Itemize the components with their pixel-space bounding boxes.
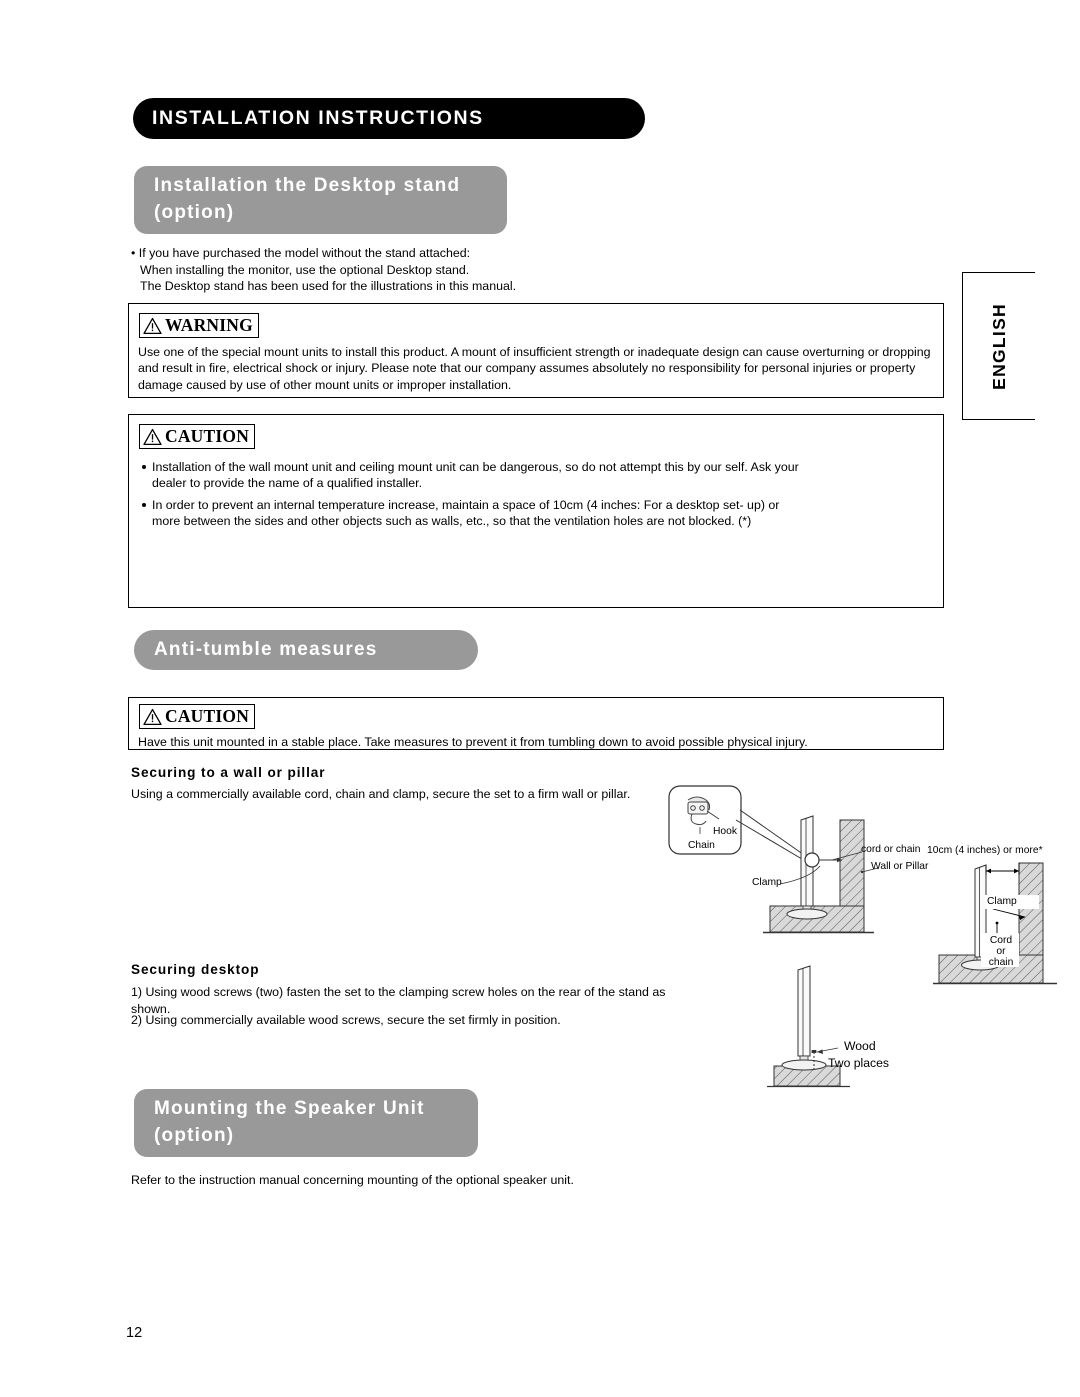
section-heading-desktop-stand-text: Installation the Desktop stand (option) bbox=[134, 173, 460, 227]
cord-label-line-1: Cord bbox=[989, 935, 1013, 946]
intro-line-1: • If you have purchased the model withou… bbox=[131, 246, 471, 260]
chain-label: Chain bbox=[688, 840, 715, 851]
sub-heading-securing-desktop: Securing desktop bbox=[131, 962, 260, 977]
securing-wall-diagram: Hook Chain cord or chain Wall or Pillar … bbox=[666, 778, 944, 953]
caution-panel-desktop-stand: CAUTION Installation of the wall mount u… bbox=[128, 414, 1057, 985]
caution-bullet-1: Installation of the wall mount unit and … bbox=[141, 459, 801, 492]
caution-panel-anti-tumble: CAUTION Have this unit mounted in a stab… bbox=[128, 697, 944, 750]
sub-heading-securing-wall: Securing to a wall or pillar bbox=[131, 765, 326, 780]
warning-panel: WARNING Use one of the special mount uni… bbox=[128, 303, 944, 398]
clearance-illustration bbox=[933, 862, 1057, 985]
warning-body-text: Use one of the special mount units to in… bbox=[138, 345, 931, 392]
cord-or-chain-label: cord or chain bbox=[861, 844, 921, 855]
caution-body-text-anti-tumble: Have this unit mounted in a stable place… bbox=[138, 735, 808, 749]
section-heading-speaker-unit-text: Mounting the Speaker Unit (option) bbox=[134, 1096, 425, 1150]
intro-line-3: The Desktop stand has been used for the … bbox=[140, 279, 517, 294]
section-heading-speaker-unit: Mounting the Speaker Unit (option) bbox=[134, 1089, 478, 1157]
page-title: INSTALLATION INSTRUCTIONS bbox=[152, 107, 484, 129]
heading-line-1: Installation the Desktop stand bbox=[154, 175, 461, 197]
intro-line-2: When installing the monitor, use the opt… bbox=[140, 262, 470, 277]
cord-label-line-2: or bbox=[996, 946, 1006, 957]
wood-label: Wood bbox=[844, 1039, 876, 1053]
securing-wall-body: Using a commercially available cord, cha… bbox=[131, 787, 631, 801]
caution-triangle-icon bbox=[143, 428, 162, 445]
securing-desktop-step-2: 2) Using commercially available wood scr… bbox=[131, 1013, 561, 1027]
section-heading-anti-tumble: Anti-tumble measures bbox=[134, 630, 478, 670]
clamp-label-wall: Clamp bbox=[752, 877, 782, 888]
two-places-label: Two places bbox=[828, 1056, 889, 1070]
page-number: 12 bbox=[126, 1325, 143, 1341]
warning-badge: WARNING bbox=[139, 313, 259, 338]
desktop-clearance-diagram: 10cm (4 inches) or more* Clamp Cord or c… bbox=[927, 845, 1069, 997]
page-title-banner: INSTALLATION INSTRUCTIONS bbox=[133, 98, 645, 139]
clamp-label: Clamp bbox=[987, 896, 1017, 907]
caution-bullet-2: In order to prevent an internal temperat… bbox=[141, 497, 801, 530]
desktop-stand-intro-note: • If you have purchased the model withou… bbox=[131, 245, 831, 295]
caution-badge-anti-tumble: CAUTION bbox=[139, 704, 256, 729]
warning-badge-text: WARNING bbox=[165, 314, 253, 335]
wall-or-pillar-label: Wall or Pillar bbox=[871, 861, 929, 872]
speaker-unit-body: Refer to the instruction manual concerni… bbox=[131, 1173, 574, 1187]
clearance-dimension-label: 10cm (4 inches) or more* bbox=[927, 845, 1043, 856]
warning-triangle-icon bbox=[143, 317, 162, 334]
securing-desktop-illustration bbox=[767, 965, 850, 1088]
cord-label-line-3: chain bbox=[988, 957, 1014, 968]
caution-badge: CAUTION bbox=[139, 424, 256, 449]
speaker-heading-line-1: Mounting the Speaker Unit bbox=[154, 1098, 425, 1120]
caution-triangle-icon bbox=[143, 708, 162, 725]
caution-badge-text-anti-tumble: CAUTION bbox=[165, 705, 250, 726]
section-heading-anti-tumble-text: Anti-tumble measures bbox=[154, 638, 378, 660]
hook-label: Hook bbox=[713, 826, 738, 837]
language-tab-english: ENGLISH bbox=[962, 272, 1035, 420]
caution-badge-text: CAUTION bbox=[165, 425, 250, 446]
securing-desktop-diagram: Wood Two places bbox=[762, 962, 944, 1094]
heading-line-2: (option) bbox=[154, 202, 235, 223]
section-heading-desktop-stand: Installation the Desktop stand (option) bbox=[134, 166, 507, 234]
caution-body-text: Installation of the wall mount unit and … bbox=[141, 459, 801, 535]
speaker-heading-line-2: (option) bbox=[154, 1125, 235, 1146]
language-tab-label: ENGLISH bbox=[988, 302, 1009, 390]
